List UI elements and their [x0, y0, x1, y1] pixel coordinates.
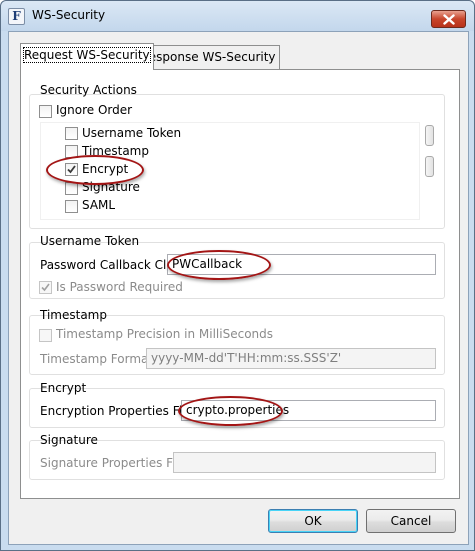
security-action-label: SAML: [82, 198, 116, 212]
close-button[interactable]: [431, 10, 466, 28]
cancel-button[interactable]: Cancel: [366, 509, 456, 533]
crypto-highlight-ring: [178, 396, 283, 426]
window-title: WS-Security: [32, 8, 106, 22]
encrypt-highlight-ring: [46, 155, 144, 185]
tab-request-ws-security[interactable]: Request WS-Security: [20, 43, 154, 70]
password-required-checkbox[interactable]: [39, 281, 52, 294]
saml-checkbox[interactable]: [65, 200, 78, 213]
app-icon: F: [8, 8, 25, 25]
encryption-properties-label: Encryption Properties File: [40, 404, 193, 418]
signature-heading: Signature: [40, 433, 98, 447]
ignore-order-label: Ignore Order: [56, 103, 133, 117]
signature-properties-label: Signature Properties File: [40, 456, 187, 470]
tab-label: Response WS-Security: [141, 50, 276, 64]
password-callback-label: Password Callback Class: [40, 258, 187, 272]
security-action-label: Username Token: [82, 126, 182, 140]
ignore-order-checkbox[interactable]: [39, 105, 52, 118]
list-scrollbar-thumb[interactable]: [425, 156, 434, 177]
timestamp-format-input[interactable]: yyyy-MM-dd'T'HH:mm:ss.SSS'Z': [146, 348, 436, 369]
timestamp-precision-label: Timestamp Precision in MilliSeconds: [56, 327, 274, 341]
password-required-label: Is Password Required: [56, 280, 183, 294]
timestamp-format-label: Timestamp Format: [40, 352, 154, 366]
close-icon: [443, 14, 455, 25]
encrypt-heading: Encrypt: [40, 381, 87, 395]
username-token-heading: Username Token: [40, 234, 140, 248]
list-scrollbar-up[interactable]: [425, 125, 434, 146]
timestamp-heading: Timestamp: [40, 308, 107, 322]
title-bar[interactable]: F WS-Security: [1, 1, 474, 31]
timestamp-precision-checkbox[interactable]: [39, 329, 52, 342]
signature-properties-input[interactable]: [173, 452, 436, 473]
checkmark-icon: [41, 283, 50, 292]
security-actions-heading: Security Actions: [40, 83, 137, 97]
tab-response-ws-security[interactable]: Response WS-Security: [137, 45, 280, 70]
username-token-checkbox[interactable]: [65, 127, 78, 140]
tab-label: Request WS-Security: [23, 47, 151, 63]
ok-button[interactable]: OK: [268, 509, 358, 533]
callback-highlight-ring: [167, 250, 271, 280]
dialog-window: F WS-Security Request WS-Security Respon…: [0, 0, 475, 551]
